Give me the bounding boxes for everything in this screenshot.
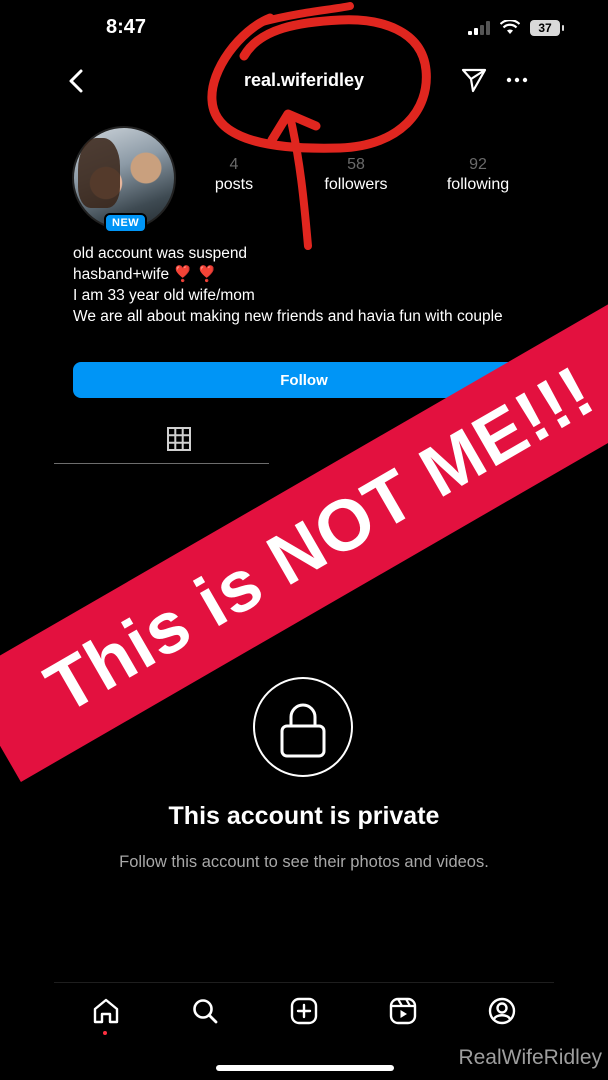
followers-stat[interactable]: 58 followers <box>318 156 394 194</box>
lock-icon <box>253 677 353 777</box>
banner-text: This is NOT ME!!! <box>32 351 608 729</box>
bio-line: old account was suspend <box>73 245 248 262</box>
following-stat[interactable]: 92 following <box>440 156 516 194</box>
bio-line: We are all about making new friends and … <box>73 308 503 325</box>
home-indicator <box>216 1065 394 1071</box>
active-tab-indicator <box>54 463 269 464</box>
bio-text: hasband+wife <box>73 266 170 283</box>
wifi-icon <box>500 20 520 34</box>
battery-icon: 37 <box>530 20 564 36</box>
home-icon[interactable] <box>91 996 121 1026</box>
posts-stat[interactable]: 4 posts <box>210 156 258 194</box>
watermark: RealWifeRidley <box>458 1046 602 1069</box>
following-count: 92 <box>469 156 487 173</box>
create-icon[interactable] <box>289 996 319 1026</box>
grid-icon[interactable] <box>166 426 192 452</box>
search-icon[interactable] <box>190 996 220 1026</box>
profile-icon[interactable] <box>487 996 517 1026</box>
bio-line: hasband+wife ❣️ ❣️ <box>73 264 513 285</box>
status-time: 8:47 <box>106 16 147 38</box>
private-subtitle: Follow this account to see their photos … <box>119 853 489 871</box>
following-label: following <box>446 176 510 193</box>
notification-dot <box>103 1031 107 1035</box>
send-icon[interactable] <box>460 66 488 94</box>
followers-count: 58 <box>347 156 365 173</box>
posts-label: posts <box>214 176 254 193</box>
status-icons <box>468 20 520 35</box>
more-icon[interactable] <box>504 66 530 94</box>
heart-emoji: ❣️ ❣️ <box>173 266 217 283</box>
profile-bio: old account was suspend hasband+wife ❣️ … <box>73 243 513 327</box>
reels-icon[interactable] <box>388 996 418 1026</box>
nav-divider <box>54 982 554 983</box>
posts-count: 4 <box>229 156 239 173</box>
private-title: This account is private <box>168 802 440 830</box>
scribble-annotation <box>207 2 431 250</box>
followers-label: followers <box>324 176 388 193</box>
signal-icon <box>468 20 490 35</box>
bio-line: I am 33 year old wife/mom <box>73 287 255 304</box>
avatar-detail <box>78 138 120 208</box>
new-badge: NEW <box>104 213 148 233</box>
